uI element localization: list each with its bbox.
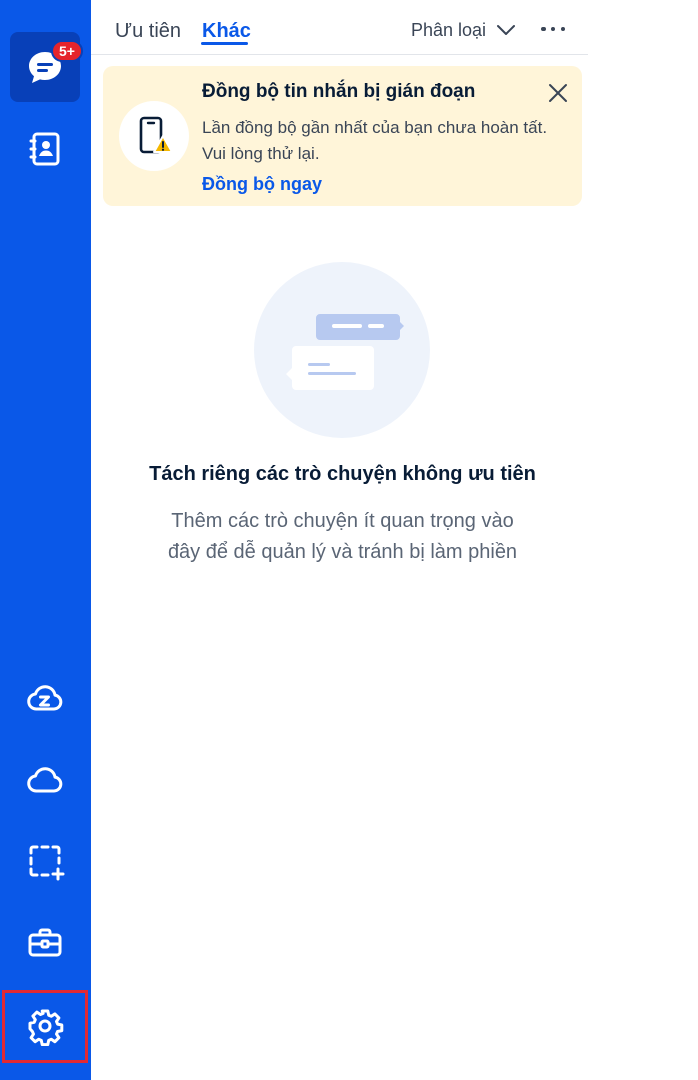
close-icon[interactable] — [547, 82, 569, 104]
active-tab-indicator — [201, 42, 248, 45]
empty-state-description-line: đây để dễ quản lý và tránh bị làm phiền — [167, 541, 518, 563]
banner-message-line: Vui lòng thử lại. — [202, 144, 320, 163]
sidebar-item-zcloud[interactable] — [10, 663, 80, 733]
sidebar-item-messages[interactable]: 5+ — [10, 32, 83, 102]
empty-state-title: Tách riêng các trò chuyện không ưu tiên — [149, 463, 536, 485]
empty-state-illustration — [254, 262, 430, 438]
sidebar-item-cloud[interactable] — [10, 745, 80, 815]
banner-message: Lần đồng bộ gần nhất của bạn chưa hoàn t… — [202, 115, 572, 167]
banner-title: Đồng bộ tin nhắn bị gián đoạn — [202, 81, 476, 102]
sidebar-item-contacts[interactable] — [10, 114, 80, 184]
tab-bar: Ưu tiên Khác Phân loại — [91, 0, 588, 55]
phone-warning-icon — [119, 101, 189, 171]
sync-warning-banner: Đồng bộ tin nhắn bị gián đoạn Lần đồng b… — [103, 66, 582, 206]
cloud-icon — [25, 760, 65, 800]
sidebar: 5+ — [0, 0, 91, 1080]
zcloud-icon — [25, 678, 65, 718]
classify-label: Phân loại — [411, 20, 487, 40]
screenshot-capture-icon — [25, 841, 65, 881]
sidebar-item-screenshot[interactable] — [10, 826, 80, 896]
settings-highlight-frame — [2, 990, 88, 1063]
empty-state-description-line: Thêm các trò chuyện ít quan trọng vào — [171, 510, 514, 532]
briefcase-icon — [25, 923, 65, 963]
chevron-down-icon — [496, 20, 516, 41]
tab-other[interactable]: Khác — [202, 20, 251, 43]
contact-book-icon — [25, 129, 65, 169]
sync-now-link[interactable]: Đồng bộ ngay — [202, 174, 322, 195]
banner-message-line: Lần đồng bộ gần nhất của bạn chưa hoàn t… — [202, 118, 548, 137]
sidebar-item-toolbox[interactable] — [10, 908, 80, 978]
unread-badge: 5+ — [51, 40, 83, 62]
classify-dropdown[interactable]: Phân loại — [411, 20, 516, 41]
more-options-icon[interactable] — [541, 22, 565, 36]
tab-priority[interactable]: Ưu tiên — [115, 20, 181, 43]
empty-state-description: Thêm các trò chuyện ít quan trọng vào đâ… — [91, 506, 594, 568]
